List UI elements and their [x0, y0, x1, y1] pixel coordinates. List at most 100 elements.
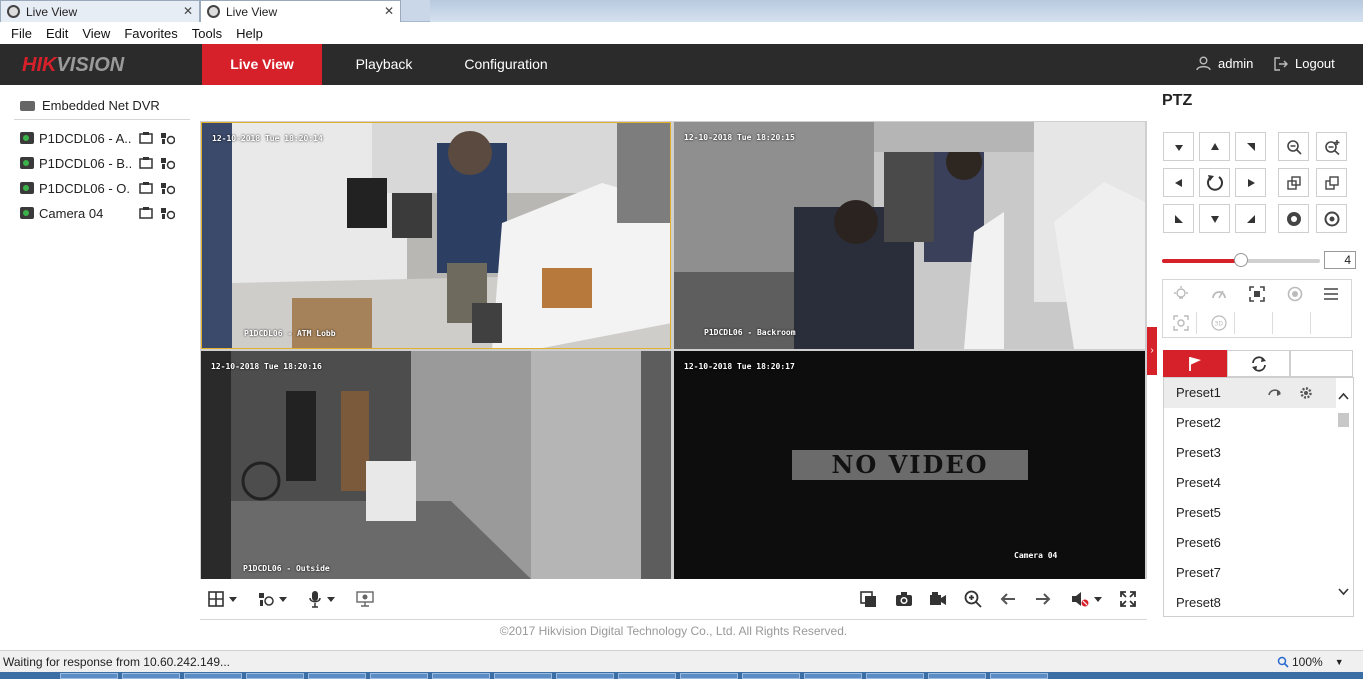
- wiper-button[interactable]: [1203, 283, 1235, 305]
- record-all-button[interactable]: [929, 589, 947, 609]
- ptz-control-icon[interactable]: [161, 182, 175, 195]
- ptz-up-left-button[interactable]: [1163, 132, 1194, 161]
- ptz-up-right-button[interactable]: [1235, 132, 1266, 161]
- tab-patrol[interactable]: [1227, 350, 1290, 377]
- ptz-right-button[interactable]: [1235, 168, 1266, 197]
- taskbar-item[interactable]: [184, 673, 242, 679]
- capture-button[interactable]: [895, 589, 913, 609]
- device-tree-root[interactable]: Embedded Net DVR: [20, 98, 160, 113]
- menu-favorites[interactable]: Favorites: [117, 26, 184, 41]
- ptz-speed-value[interactable]: 4: [1324, 251, 1356, 269]
- lens-init-button[interactable]: [1279, 283, 1311, 305]
- taskbar-item[interactable]: [122, 673, 180, 679]
- taskbar-item[interactable]: [246, 673, 304, 679]
- menu-help[interactable]: Help: [229, 26, 270, 41]
- tab-pattern[interactable]: [1290, 350, 1353, 377]
- taskbar-item[interactable]: [804, 673, 862, 679]
- ptz-control-icon[interactable]: [161, 207, 175, 220]
- start-recording-icon[interactable]: [139, 156, 153, 170]
- ptz-speed-handle[interactable]: [1234, 253, 1248, 267]
- video-window-1[interactable]: 12-10-2018 Tue 18:20:14 P1DCDL06 - ATM L…: [201, 122, 671, 349]
- preset-item[interactable]: Preset4: [1164, 468, 1336, 498]
- focus-far-button[interactable]: [1316, 168, 1347, 197]
- light-button[interactable]: [1165, 283, 1197, 305]
- start-recording-icon[interactable]: [139, 181, 153, 195]
- close-tab-icon[interactable]: ✕: [384, 4, 394, 18]
- gear-icon[interactable]: [1299, 386, 1313, 400]
- taskbar-item[interactable]: [308, 673, 366, 679]
- zoom-out-button[interactable]: [1278, 132, 1309, 161]
- video-window-2[interactable]: 12-10-2018 Tue 18:20:15 P1DCDL06 - Backr…: [674, 122, 1145, 349]
- taskbar-item[interactable]: [432, 673, 490, 679]
- nav-configuration[interactable]: Configuration: [452, 44, 560, 85]
- logout-button[interactable]: Logout: [1274, 56, 1335, 71]
- user-account[interactable]: admin: [1196, 56, 1253, 71]
- taskbar-item[interactable]: [866, 673, 924, 679]
- zoom-level-control[interactable]: 100% ▼: [1277, 651, 1344, 673]
- start-recording-icon[interactable]: [139, 206, 153, 220]
- nav-playback[interactable]: Playback: [340, 44, 428, 85]
- window-layout-button[interactable]: [208, 589, 237, 609]
- tab-preset[interactable]: [1163, 350, 1227, 377]
- stream-type-button[interactable]: [258, 589, 287, 609]
- menu-view[interactable]: View: [75, 26, 117, 41]
- taskbar-item[interactable]: [680, 673, 738, 679]
- ptz-down-right-button[interactable]: [1235, 204, 1266, 233]
- stop-all-live-view-button[interactable]: [860, 589, 877, 609]
- iris-close-button[interactable]: [1316, 204, 1347, 233]
- menu-tools[interactable]: Tools: [185, 26, 229, 41]
- ptz-down-left-button[interactable]: [1163, 204, 1194, 233]
- video-window-4[interactable]: 12-10-2018 Tue 18:20:17 NO VIDEO Camera …: [674, 351, 1145, 579]
- scroll-down-icon[interactable]: [1338, 588, 1349, 596]
- preset-item[interactable]: Preset8: [1164, 588, 1336, 616]
- previous-page-button[interactable]: [1000, 589, 1016, 609]
- browser-tab[interactable]: Live View ✕: [0, 0, 200, 22]
- fullscreen-button[interactable]: [1120, 589, 1136, 609]
- taskbar-item[interactable]: [60, 673, 118, 679]
- more-functions-button[interactable]: [1315, 283, 1347, 305]
- taskbar-item[interactable]: [556, 673, 614, 679]
- taskbar-item[interactable]: [928, 673, 986, 679]
- volume-button[interactable]: [1071, 589, 1102, 609]
- scrollbar-thumb[interactable]: [1338, 413, 1349, 427]
- ptz-left-button[interactable]: [1163, 168, 1194, 197]
- nav-live-view[interactable]: Live View: [202, 44, 322, 85]
- digital-zoom-button[interactable]: [356, 589, 374, 609]
- preset-item[interactable]: Preset3: [1164, 438, 1336, 468]
- taskbar-item[interactable]: [494, 673, 552, 679]
- ptz-down-button[interactable]: [1199, 204, 1230, 233]
- ptz-control-icon[interactable]: [161, 157, 175, 170]
- call-preset-icon[interactable]: [1268, 386, 1282, 400]
- scroll-up-icon[interactable]: [1338, 392, 1349, 400]
- camera-item[interactable]: P1DCDL06 - A...: [20, 129, 180, 147]
- preset-item[interactable]: Preset5: [1164, 498, 1336, 528]
- two-way-audio-button[interactable]: [308, 589, 335, 609]
- camera-item[interactable]: P1DCDL06 - B...: [20, 154, 180, 172]
- video-window-3[interactable]: 12-10-2018 Tue 18:20:16 P1DCDL06 - Outsi…: [201, 351, 671, 579]
- ptz-control-icon[interactable]: [161, 132, 175, 145]
- browser-tab-active[interactable]: Live View ✕: [200, 0, 401, 22]
- taskbar-item[interactable]: [370, 673, 428, 679]
- manual-tracking-button[interactable]: [1165, 312, 1197, 334]
- 3d-positioning-button[interactable]: 3D: [1203, 312, 1235, 334]
- preset-item[interactable]: Preset6: [1164, 528, 1336, 558]
- iris-open-button[interactable]: [1278, 204, 1309, 233]
- close-tab-icon[interactable]: ✕: [183, 4, 193, 18]
- ptz-auto-scan-button[interactable]: [1199, 168, 1230, 197]
- preset-item[interactable]: Preset1: [1164, 378, 1336, 408]
- zoom-in-button[interactable]: [964, 589, 982, 609]
- start-recording-icon[interactable]: [139, 131, 153, 145]
- ptz-up-button[interactable]: [1199, 132, 1230, 161]
- taskbar-item[interactable]: [618, 673, 676, 679]
- camera-item[interactable]: Camera 04: [20, 204, 180, 222]
- taskbar-item[interactable]: [990, 673, 1048, 679]
- auxiliary-focus-button[interactable]: [1241, 283, 1273, 305]
- preset-item[interactable]: Preset7: [1164, 558, 1336, 588]
- preset-item[interactable]: Preset2: [1164, 408, 1336, 438]
- camera-item[interactable]: P1DCDL06 - O...: [20, 179, 180, 197]
- collapse-panel-button[interactable]: ›: [1147, 327, 1157, 375]
- menu-file[interactable]: File: [4, 26, 39, 41]
- focus-near-button[interactable]: [1278, 168, 1309, 197]
- menu-edit[interactable]: Edit: [39, 26, 75, 41]
- taskbar-item[interactable]: [742, 673, 800, 679]
